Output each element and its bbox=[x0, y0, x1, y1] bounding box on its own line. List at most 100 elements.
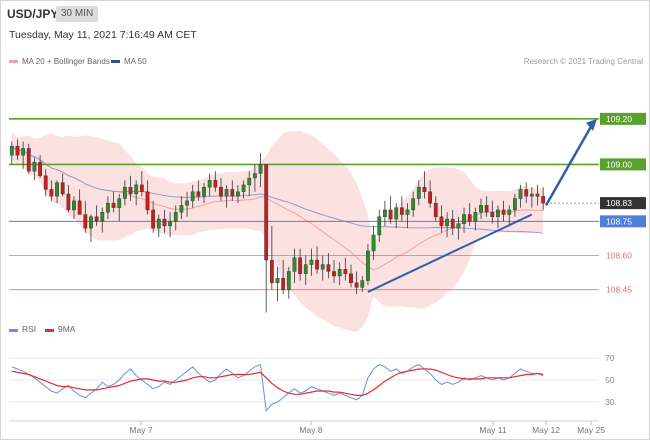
candle-body bbox=[377, 216, 382, 236]
candle-body bbox=[456, 223, 461, 229]
candle-body bbox=[428, 191, 433, 204]
candle-body bbox=[224, 189, 229, 197]
candle-body bbox=[145, 191, 150, 211]
bollinger-band bbox=[11, 130, 544, 332]
candle-body bbox=[156, 218, 161, 229]
candle-body bbox=[399, 207, 404, 215]
candle-body bbox=[479, 205, 483, 213]
candle bbox=[89, 214, 93, 242]
candle-body bbox=[496, 209, 500, 217]
candle-body bbox=[326, 264, 331, 272]
candle-body bbox=[247, 177, 252, 186]
candle-body bbox=[416, 186, 421, 199]
level-label: 108.60 bbox=[606, 251, 632, 261]
candle-body bbox=[134, 184, 139, 195]
rsi-tick-label: 50 bbox=[605, 375, 615, 385]
candle-body bbox=[388, 209, 393, 220]
candle-body bbox=[43, 175, 48, 190]
candle-body bbox=[275, 278, 280, 284]
candle-body bbox=[230, 189, 235, 197]
candle-body bbox=[179, 205, 184, 213]
candle-body bbox=[49, 189, 54, 197]
legend-rsi-swatch bbox=[9, 329, 18, 332]
candle-body bbox=[309, 259, 314, 265]
legend-rsi-ma-swatch bbox=[45, 329, 54, 332]
candle-body bbox=[202, 186, 206, 197]
candle-body bbox=[292, 257, 297, 272]
candle-body bbox=[303, 264, 308, 274]
candle-body bbox=[513, 198, 517, 211]
candle-body bbox=[286, 271, 291, 290]
candle-body bbox=[524, 189, 529, 197]
candle-body bbox=[196, 191, 201, 197]
candle-body bbox=[72, 200, 76, 211]
level-label: 109.20 bbox=[606, 114, 632, 124]
candle-body bbox=[394, 207, 399, 220]
candle-body bbox=[433, 202, 438, 217]
candle-body bbox=[117, 198, 122, 208]
candle-body bbox=[507, 209, 512, 215]
candle-body bbox=[100, 212, 105, 222]
candle-body bbox=[354, 282, 359, 288]
candle-body bbox=[21, 148, 26, 156]
x-tick-label: May 8 bbox=[299, 425, 322, 435]
candle-body bbox=[94, 216, 99, 222]
candle-body bbox=[535, 193, 540, 197]
candle-body bbox=[411, 198, 416, 211]
rsi-ma-line bbox=[11, 368, 544, 396]
candle-body bbox=[281, 278, 286, 290]
x-tick-label: May 25 bbox=[577, 425, 605, 435]
candle-body bbox=[185, 200, 189, 206]
candle-body bbox=[252, 173, 257, 179]
level-label: 109.00 bbox=[606, 159, 632, 169]
candle-body bbox=[462, 214, 466, 224]
candle-body bbox=[219, 186, 223, 197]
candle-body bbox=[445, 218, 449, 227]
candle-body bbox=[89, 216, 93, 229]
candle-body bbox=[55, 182, 59, 197]
x-tick-label: May 7 bbox=[129, 425, 152, 435]
candle-body bbox=[83, 214, 88, 229]
price-chart: 109.20 109.00 108.83 108.75 108.60 108.45 70 50… bbox=[9, 112, 646, 435]
rsi-tick-label: 30 bbox=[605, 397, 615, 407]
candle-body bbox=[173, 212, 178, 222]
candle-body bbox=[337, 268, 342, 277]
candle bbox=[286, 266, 291, 299]
legend-rsi-label: RSI bbox=[22, 324, 36, 334]
candle-body bbox=[422, 186, 427, 192]
candle-body bbox=[207, 180, 212, 188]
candle-body bbox=[9, 145, 14, 156]
candle-body bbox=[15, 145, 20, 156]
candle-body bbox=[541, 196, 546, 204]
candle-body bbox=[298, 257, 303, 274]
candle-body bbox=[360, 280, 365, 288]
candle-body bbox=[236, 191, 240, 197]
candle-body bbox=[111, 202, 116, 208]
candle-body bbox=[315, 259, 319, 270]
candle-body bbox=[450, 218, 455, 229]
candle-body bbox=[241, 184, 246, 192]
candle-body bbox=[168, 221, 172, 227]
candle-body bbox=[60, 182, 65, 195]
level-label: 108.83 bbox=[606, 198, 632, 208]
candle-body bbox=[501, 209, 506, 215]
candle-body bbox=[371, 234, 376, 252]
candle-body bbox=[439, 216, 444, 227]
candle-body bbox=[26, 148, 31, 172]
candle bbox=[264, 164, 269, 313]
candle-body bbox=[405, 209, 410, 215]
candle-body bbox=[490, 212, 495, 217]
level-label: 108.45 bbox=[606, 285, 632, 295]
candle bbox=[275, 266, 280, 302]
candle-body bbox=[106, 202, 110, 213]
candle-body bbox=[190, 191, 195, 202]
candle-body bbox=[122, 186, 127, 199]
candle-body bbox=[383, 209, 387, 217]
rsi-tick-label: 70 bbox=[605, 353, 615, 363]
candle-body bbox=[128, 186, 133, 195]
candle-body bbox=[518, 189, 523, 199]
x-tick-label: May 12 bbox=[532, 425, 560, 435]
candle-body bbox=[264, 164, 269, 261]
candle-body bbox=[529, 193, 534, 197]
candle-body bbox=[269, 259, 274, 284]
